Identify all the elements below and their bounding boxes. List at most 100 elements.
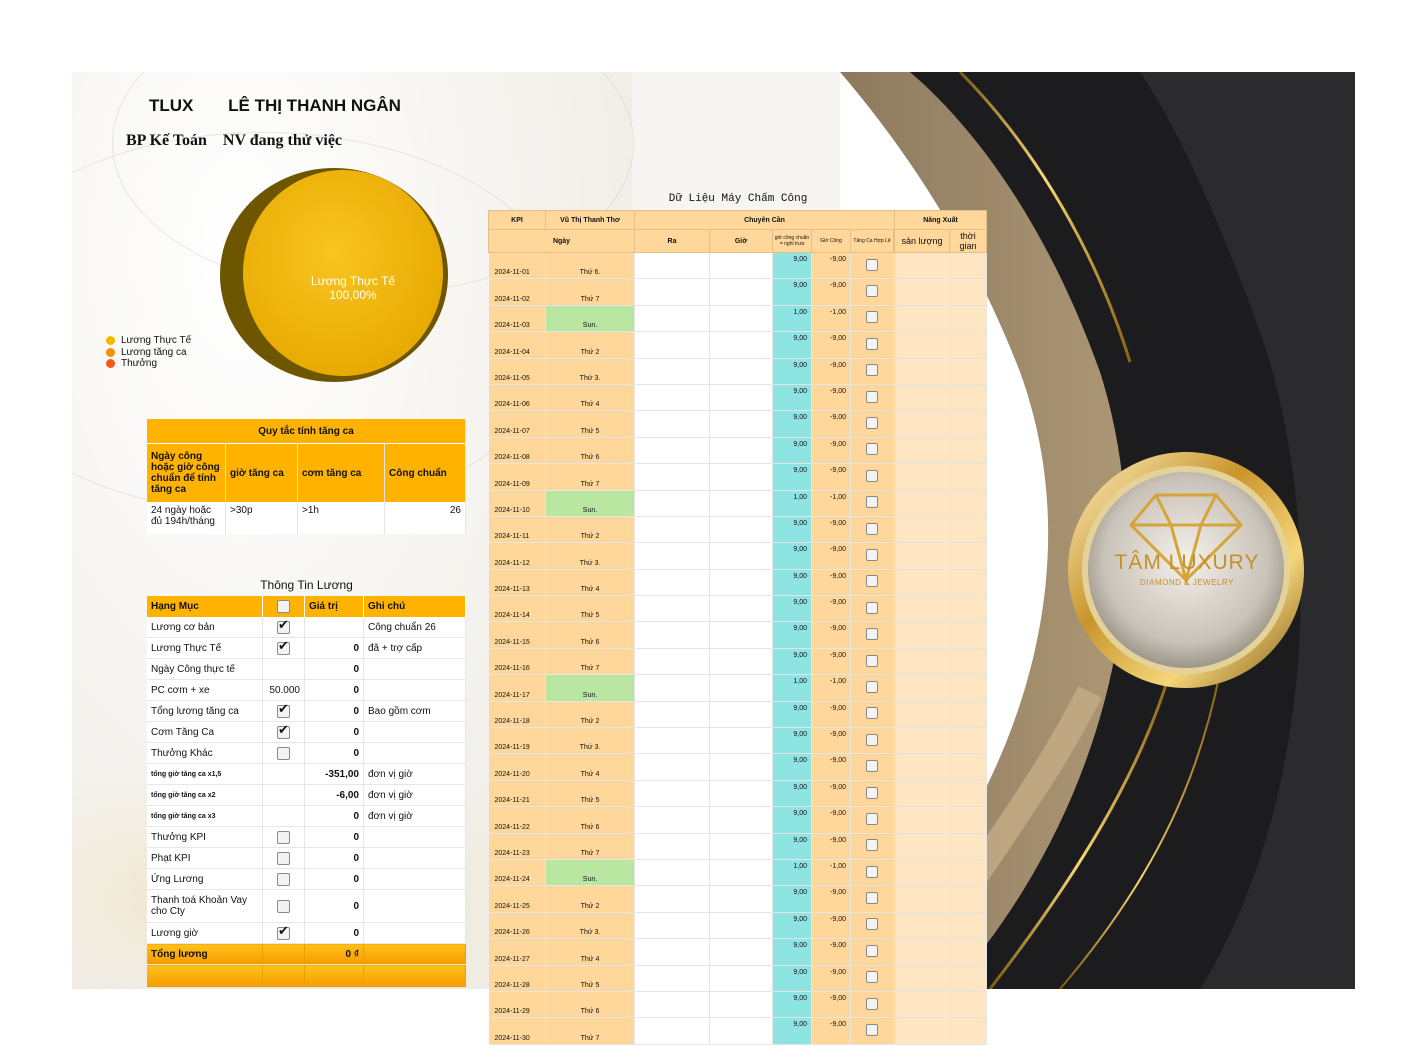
att-san-luong-cell[interactable] — [894, 780, 950, 808]
salary-item-note[interactable] — [363, 679, 466, 701]
att-ra-cell[interactable] — [634, 595, 710, 623]
att-ra-cell[interactable] — [634, 885, 710, 913]
att-gio-cell[interactable] — [709, 859, 773, 887]
att-ra-cell[interactable] — [634, 437, 710, 465]
att-tang-ca-checkbox[interactable] — [850, 595, 894, 623]
salary-item-value[interactable]: 0 — [304, 721, 364, 743]
att-gio-cell[interactable] — [709, 331, 773, 359]
att-thoi-gian-cell[interactable] — [949, 621, 987, 649]
att-ra-cell[interactable] — [634, 806, 710, 834]
salary-item-value[interactable]: 0 — [304, 742, 364, 764]
overtime-checkbox[interactable] — [866, 839, 878, 852]
salary-item-value[interactable]: 0 — [304, 637, 364, 659]
att-tang-ca-checkbox[interactable] — [850, 542, 894, 570]
att-gio-cell[interactable] — [709, 648, 773, 676]
att-ra-cell[interactable] — [634, 252, 710, 280]
att-thoi-gian-cell[interactable] — [949, 648, 987, 676]
salary-item-value[interactable]: 0 — [304, 889, 364, 923]
rules-cell[interactable]: 26 — [384, 502, 466, 534]
att-thoi-gian-cell[interactable] — [949, 569, 987, 597]
att-tang-ca-checkbox[interactable] — [850, 674, 894, 702]
att-gio-cell[interactable] — [709, 252, 773, 280]
salary-item-value[interactable]: -6,00 — [304, 784, 364, 806]
att-thoi-gian-cell[interactable] — [949, 780, 987, 808]
att-thoi-gian-cell[interactable] — [949, 516, 987, 544]
att-gio-cell[interactable] — [709, 806, 773, 834]
att-san-luong-cell[interactable] — [894, 331, 950, 359]
att-tang-ca-checkbox[interactable] — [850, 463, 894, 491]
att-thoi-gian-cell[interactable] — [949, 437, 987, 465]
overtime-checkbox[interactable] — [866, 522, 878, 535]
overtime-checkbox[interactable] — [866, 680, 878, 693]
att-san-luong-cell[interactable] — [894, 806, 950, 834]
overtime-checkbox[interactable] — [866, 390, 878, 403]
salary-item-value[interactable]: 0 — [304, 826, 364, 848]
overtime-checkbox[interactable] — [866, 285, 878, 298]
salary-item-control[interactable] — [262, 721, 305, 743]
salary-item-note[interactable] — [363, 721, 466, 743]
item-checkbox[interactable] — [277, 722, 290, 739]
att-gio-cell[interactable] — [709, 516, 773, 544]
overtime-checkbox[interactable] — [866, 628, 878, 641]
overtime-checkbox[interactable] — [866, 469, 878, 482]
att-gio-cell[interactable] — [709, 885, 773, 913]
att-gio-cell[interactable] — [709, 701, 773, 729]
att-ra-cell[interactable] — [634, 1017, 710, 1045]
item-checkbox[interactable] — [277, 899, 290, 913]
overtime-checkbox[interactable] — [866, 812, 878, 825]
att-san-luong-cell[interactable] — [894, 859, 950, 887]
overtime-checkbox[interactable] — [866, 918, 878, 931]
rules-cell[interactable]: 24 ngày hoặc đủ 194h/tháng — [147, 502, 226, 534]
att-ra-cell[interactable] — [634, 965, 710, 992]
att-ra-cell[interactable] — [634, 727, 710, 755]
att-tang-ca-checkbox[interactable] — [850, 490, 894, 517]
att-san-luong-cell[interactable] — [894, 490, 950, 517]
att-tang-ca-checkbox[interactable] — [850, 569, 894, 597]
att-gio-cell[interactable] — [709, 1017, 773, 1045]
overtime-checkbox[interactable] — [866, 548, 878, 561]
att-gio-cell[interactable] — [709, 912, 773, 940]
salary-item-value[interactable]: 0 — [304, 700, 364, 722]
salary-item-control[interactable] — [262, 868, 305, 890]
salary-item-note[interactable] — [363, 847, 466, 869]
overtime-checkbox[interactable] — [866, 786, 878, 799]
item-checkbox[interactable] — [277, 746, 290, 760]
salary-item-note[interactable]: đơn vị giờ — [363, 784, 466, 806]
att-ra-cell[interactable] — [634, 358, 710, 385]
att-ra-cell[interactable] — [634, 701, 710, 729]
salary-item-value[interactable]: 0 — [304, 679, 364, 701]
att-san-luong-cell[interactable] — [894, 410, 950, 438]
att-ra-cell[interactable] — [634, 331, 710, 359]
att-gio-cell[interactable] — [709, 938, 773, 966]
att-tang-ca-checkbox[interactable] — [850, 727, 894, 755]
att-tang-ca-checkbox[interactable] — [850, 912, 894, 940]
att-san-luong-cell[interactable] — [894, 833, 950, 860]
salary-item-control[interactable] — [262, 889, 305, 923]
att-gio-cell[interactable] — [709, 384, 773, 412]
att-tang-ca-checkbox[interactable] — [850, 331, 894, 359]
salary-item-control[interactable] — [262, 742, 305, 764]
overtime-checkbox[interactable] — [866, 892, 878, 905]
item-checkbox[interactable] — [277, 830, 290, 844]
att-gio-cell[interactable] — [709, 595, 773, 623]
att-thoi-gian-cell[interactable] — [949, 701, 987, 729]
att-thoi-gian-cell[interactable] — [949, 331, 987, 359]
att-gio-cell[interactable] — [709, 542, 773, 570]
att-tang-ca-checkbox[interactable] — [850, 965, 894, 992]
att-gio-cell[interactable] — [709, 965, 773, 992]
att-tang-ca-checkbox[interactable] — [850, 437, 894, 465]
att-thoi-gian-cell[interactable] — [949, 358, 987, 385]
att-ra-cell[interactable] — [634, 833, 710, 860]
overtime-checkbox[interactable] — [866, 707, 878, 720]
att-san-luong-cell[interactable] — [894, 437, 950, 465]
att-ra-cell[interactable] — [634, 278, 710, 306]
att-thoi-gian-cell[interactable] — [949, 674, 987, 702]
att-tang-ca-checkbox[interactable] — [850, 806, 894, 834]
att-ra-cell[interactable] — [634, 542, 710, 570]
att-thoi-gian-cell[interactable] — [949, 252, 987, 280]
att-thoi-gian-cell[interactable] — [949, 965, 987, 992]
att-gio-cell[interactable] — [709, 991, 773, 1019]
att-thoi-gian-cell[interactable] — [949, 938, 987, 966]
att-gio-cell[interactable] — [709, 833, 773, 860]
salary-header-select[interactable] — [262, 596, 305, 617]
